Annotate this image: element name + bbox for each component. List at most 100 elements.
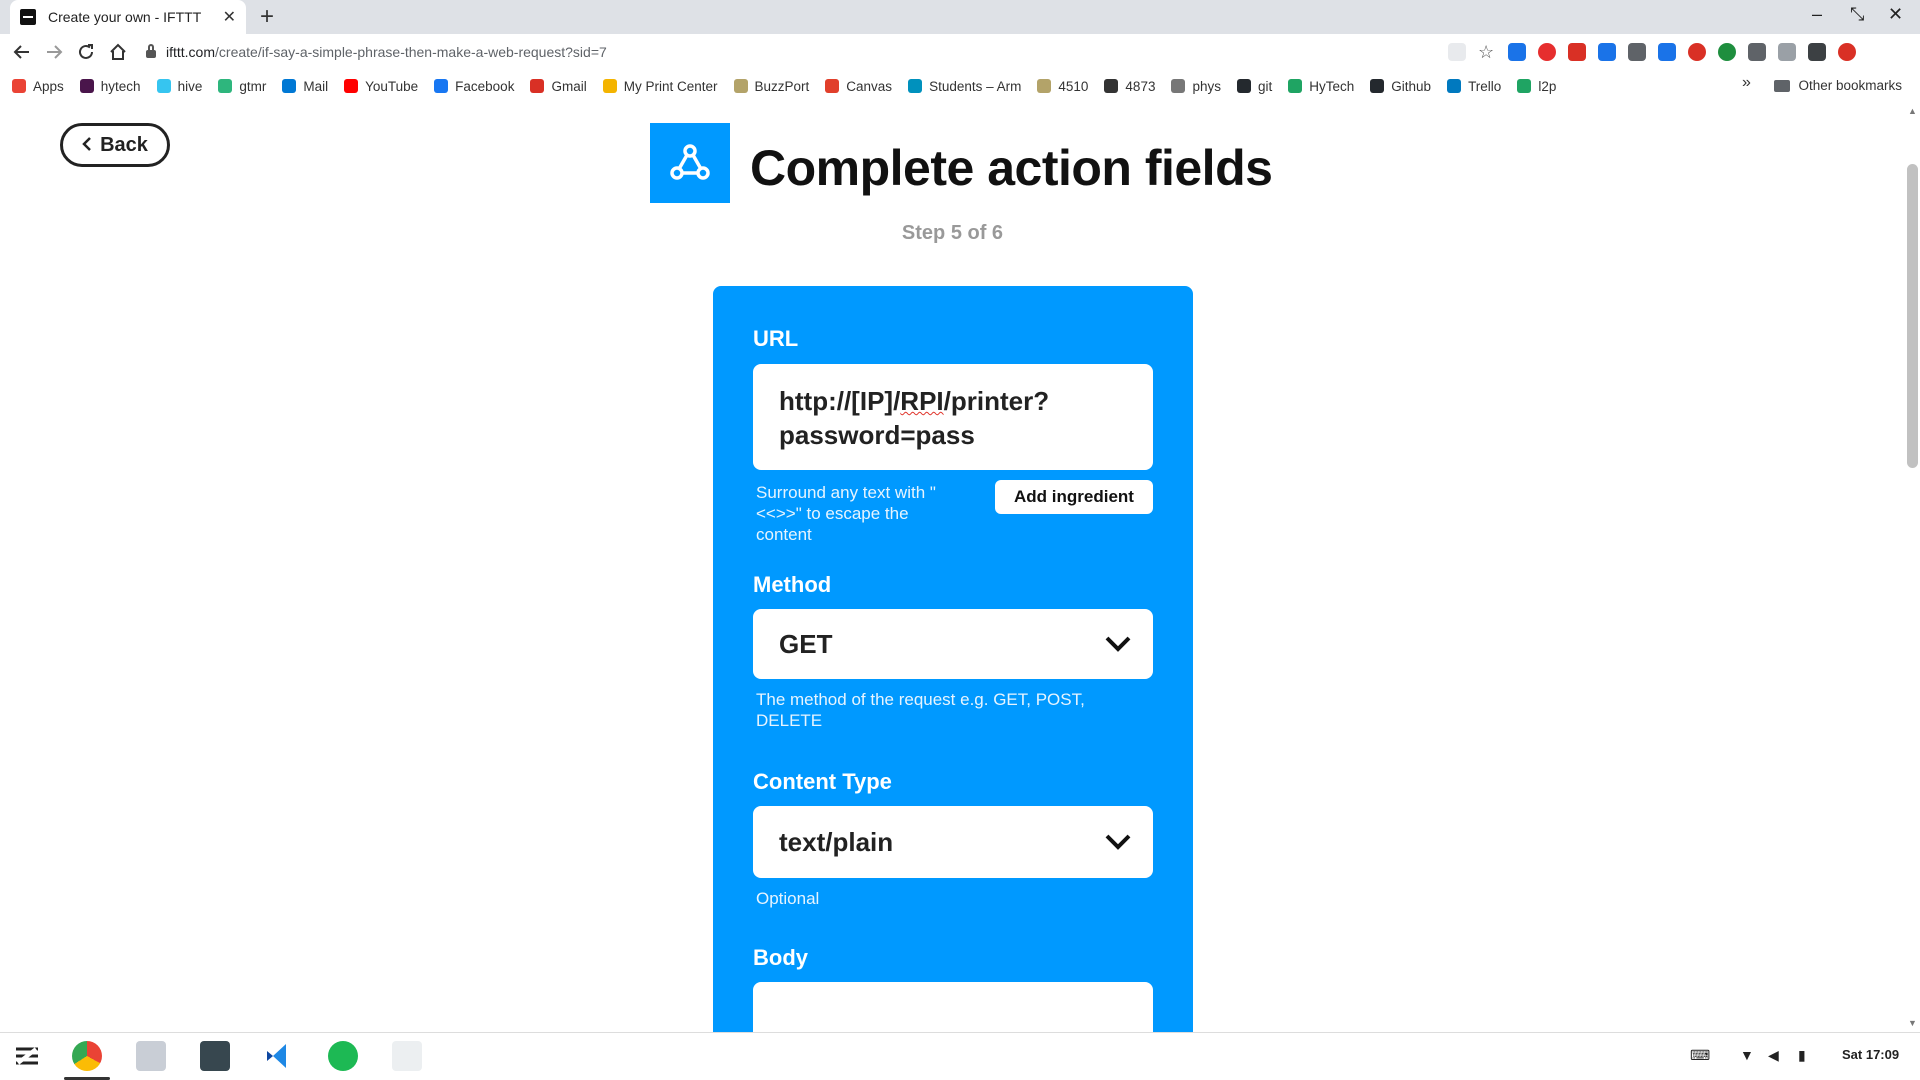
step-indicator: Step 5 of 6 [901, 222, 1004, 244]
method-label: Method [753, 572, 832, 597]
reload-icon[interactable] [72, 38, 100, 66]
bookmark-item[interactable]: l2p [1517, 79, 1556, 94]
bookmark-label: My Print Center [623, 78, 718, 94]
bookmark-label: Trello [1468, 78, 1502, 94]
content-type-select[interactable]: text/plain [753, 806, 1153, 878]
extension-icon[interactable] [1808, 43, 1826, 61]
bookmark-item[interactable]: Github [1370, 79, 1431, 94]
content-type-label: Content Type [753, 769, 892, 794]
extension-icon[interactable] [1718, 43, 1736, 61]
scroll-down-icon[interactable]: ▼ [1908, 1018, 1917, 1028]
bookmark-label: Mail [303, 78, 329, 94]
bookmark-item[interactable]: Trello [1447, 79, 1501, 94]
bookmark-item[interactable]: Facebook [434, 79, 514, 94]
scroll-up-icon[interactable]: ▲ [1908, 106, 1917, 116]
bookmark-item[interactable]: Students – Arm [908, 79, 1021, 94]
battery-icon[interactable]: ▮ [1798, 1047, 1806, 1064]
bookmark-favicon-icon [218, 79, 233, 93]
bookmarks-overflow-icon[interactable]: » [1742, 74, 1751, 92]
other-bookmarks[interactable]: Other bookmarks [1774, 78, 1902, 93]
bookmark-item[interactable]: Mail [282, 79, 328, 94]
bookmark-item[interactable]: YouTube [344, 79, 418, 94]
terminal-icon[interactable] [200, 1041, 230, 1071]
bookmark-star-icon[interactable]: ☆ [1478, 43, 1496, 61]
back-button[interactable]: Back [60, 123, 170, 167]
tab-strip: Create your own - IFTTT ✕ + – ⤡ ✕ [0, 0, 1920, 34]
extension-icon[interactable] [1778, 43, 1796, 61]
bookmark-label: git [1258, 78, 1273, 94]
cast-icon[interactable] [1748, 43, 1766, 61]
url-field[interactable]: http://[IP]/RPI/printer? password=pass [753, 364, 1153, 470]
chrome-icon[interactable] [72, 1041, 102, 1071]
vscode-icon[interactable] [264, 1041, 294, 1071]
volume-icon[interactable]: ◀ [1768, 1047, 1779, 1064]
scrollbar-thumb[interactable] [1907, 164, 1918, 468]
address-bar[interactable]: ifttt.com/create/if-say-a-simple-phrase-… [146, 37, 1446, 67]
clock[interactable]: Sat 17:09 [1842, 1047, 1899, 1062]
add-ingredient-button[interactable]: Add ingredient [995, 480, 1153, 514]
update-icon[interactable] [1838, 43, 1856, 61]
bookmark-item[interactable]: 4510 [1037, 79, 1088, 94]
bookmark-favicon-icon [602, 79, 617, 93]
files-icon[interactable] [136, 1041, 166, 1071]
bookmark-label: 4873 [1125, 78, 1156, 94]
minimize-button[interactable]: – [1812, 4, 1822, 25]
launcher-icon[interactable] [12, 1041, 42, 1071]
forward-arrow-icon[interactable] [40, 38, 68, 66]
bookmark-favicon-icon [825, 79, 840, 93]
bookmark-label: YouTube [365, 78, 419, 94]
action-fields-form: URL http://[IP]/RPI/printer? password=pa… [713, 286, 1193, 1032]
extension-icon[interactable] [1688, 43, 1706, 61]
bookmark-item[interactable]: hive [156, 78, 203, 94]
bookmark-item[interactable]: hytech [79, 78, 141, 94]
extension-icon[interactable] [1598, 43, 1616, 61]
window-close-button[interactable]: ✕ [1888, 4, 1903, 25]
method-select[interactable]: GET [753, 609, 1153, 679]
address-bar-url: ifttt.com/create/if-say-a-simple-phrase-… [166, 44, 607, 60]
home-icon[interactable] [104, 38, 132, 66]
bookmark-label: Gmail [551, 78, 587, 94]
browser-toolbar: ifttt.com/create/if-say-a-simple-phrase-… [0, 34, 1920, 70]
spotify-icon[interactable] [328, 1041, 358, 1071]
new-tab-button[interactable]: + [260, 3, 274, 31]
bookmark-label: l2p [1538, 78, 1557, 94]
body-textarea[interactable] [753, 982, 1153, 1032]
bookmark-item[interactable]: Gmail [530, 78, 587, 94]
extension-icon[interactable] [1568, 43, 1586, 61]
bookmark-favicon-icon [1171, 79, 1186, 93]
bookmark-item[interactable]: git [1237, 79, 1272, 94]
bookmark-item[interactable]: phys [1171, 79, 1221, 94]
text-editor-icon[interactable] [392, 1041, 422, 1071]
extension-icon[interactable] [1628, 43, 1646, 61]
back-arrow-icon[interactable] [8, 38, 36, 66]
bookmark-item[interactable]: HyTech [1288, 79, 1354, 94]
ifttt-favicon-icon [20, 9, 36, 25]
bookmark-item[interactable]: gtmr [218, 79, 266, 94]
bookmark-item[interactable]: Apps [12, 79, 64, 94]
extension-icon[interactable] [1658, 43, 1676, 61]
browser-tab[interactable]: Create your own - IFTTT ✕ [10, 0, 246, 34]
adblock-icon[interactable] [1538, 43, 1556, 61]
tab-close-icon[interactable]: ✕ [223, 7, 236, 27]
bookmark-label: Students – Arm [929, 78, 1022, 94]
bookmark-label: Github [1391, 78, 1432, 94]
bookmark-label: 4510 [1058, 78, 1089, 94]
translate-icon[interactable] [1448, 43, 1466, 61]
bookmark-item[interactable]: BuzzPort [733, 79, 809, 94]
bookmark-item[interactable]: 4873 [1104, 79, 1155, 94]
bookmark-label: gtmr [239, 78, 267, 94]
bookmark-label: Facebook [455, 78, 515, 94]
restore-button[interactable]: ⤡ [1850, 4, 1864, 25]
wifi-icon[interactable]: ▼ [1740, 1047, 1754, 1063]
tab-title: Create your own - IFTTT [48, 9, 202, 25]
bookmark-item[interactable]: My Print Center [602, 78, 718, 94]
bookmark-favicon-icon [1288, 79, 1303, 93]
keyboard-icon[interactable]: ⌨ [1690, 1047, 1710, 1064]
bookmark-label: hytech [100, 78, 141, 94]
bookmark-favicon-icon [1447, 79, 1462, 93]
bookmark-item[interactable]: Canvas [825, 79, 892, 94]
bookmark-label: hive [177, 78, 203, 94]
extension-icon[interactable] [1508, 43, 1526, 61]
page-title: Complete action fields [750, 140, 1273, 196]
extensions-area: ☆ [1448, 42, 1856, 62]
